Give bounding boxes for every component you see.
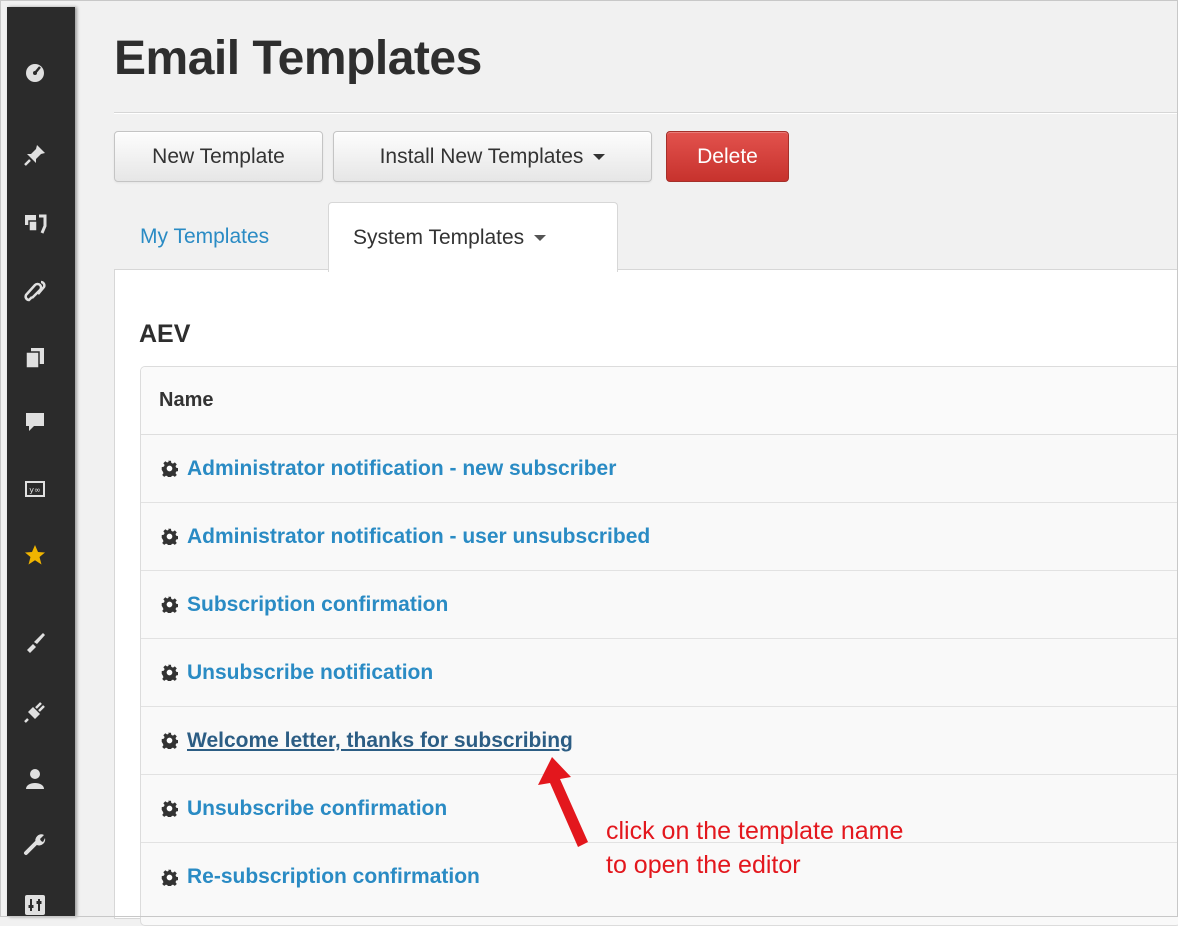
tab-system-templates[interactable]: System Templates <box>328 202 618 272</box>
gear-icon <box>161 460 178 477</box>
link-icon[interactable] <box>7 274 62 308</box>
template-link[interactable]: Administrator notification - new subscri… <box>187 457 616 481</box>
install-new-templates-button[interactable]: Install New Templates <box>333 131 652 182</box>
comment-icon[interactable] <box>7 405 62 439</box>
table-row: Administrator notification - user unsubs… <box>141 503 1178 571</box>
table-header-name: Name <box>141 367 1178 435</box>
appearance-icon[interactable] <box>7 625 62 659</box>
gear-icon <box>161 528 178 545</box>
forms-icon[interactable]: y∞ <box>7 472 62 506</box>
template-link-welcome-letter[interactable]: Welcome letter, thanks for subscribing <box>187 729 573 753</box>
gear-icon <box>161 596 178 613</box>
main-content: Email Templates New Template Install New… <box>92 7 1178 926</box>
annotation-line-2: to open the editor <box>606 851 801 879</box>
tools-icon[interactable] <box>7 827 62 861</box>
table-row: Unsubscribe notification <box>141 639 1178 707</box>
delete-label: Delete <box>697 144 758 168</box>
template-group-title: AEV <box>139 320 191 348</box>
table-row: Welcome letter, thanks for subscribing <box>141 707 1178 775</box>
table-row: Subscription confirmation <box>141 571 1178 639</box>
gear-icon <box>161 869 178 886</box>
title-divider <box>114 112 1178 114</box>
star-icon[interactable] <box>7 538 62 572</box>
tab-my-templates[interactable]: My Templates <box>114 205 314 269</box>
caret-down-icon <box>593 153 606 160</box>
caret-down-icon[interactable] <box>534 234 547 241</box>
media-icon[interactable] <box>7 207 62 241</box>
admin-sidebar: y∞ <box>7 7 75 917</box>
new-template-label: New Template <box>152 144 285 168</box>
pages-icon[interactable] <box>7 341 62 375</box>
annotation-text: click on the template name to open the e… <box>606 814 903 882</box>
annotation-line-1: click on the template name <box>606 817 904 845</box>
plugins-icon[interactable] <box>7 695 62 729</box>
page-title: Email Templates <box>114 32 482 85</box>
template-link[interactable]: Unsubscribe confirmation <box>187 797 447 821</box>
template-link[interactable]: Subscription confirmation <box>187 593 448 617</box>
tab-system-templates-label: System Templates <box>353 225 525 249</box>
dashboard-icon[interactable] <box>7 55 62 89</box>
template-link[interactable]: Re-subscription confirmation <box>187 865 480 889</box>
gear-icon <box>161 800 178 817</box>
svg-text:y∞: y∞ <box>29 486 40 495</box>
users-icon[interactable] <box>7 762 62 796</box>
annotation-arrow <box>538 757 588 847</box>
template-link[interactable]: Administrator notification - user unsubs… <box>187 525 650 549</box>
table-row: Administrator notification - new subscri… <box>141 435 1178 503</box>
delete-button[interactable]: Delete <box>666 131 789 182</box>
pin-icon[interactable] <box>7 138 62 172</box>
gear-icon <box>161 664 178 681</box>
new-template-button[interactable]: New Template <box>114 131 323 182</box>
template-link[interactable]: Unsubscribe notification <box>187 661 433 685</box>
install-templates-label: Install New Templates <box>379 144 584 168</box>
tab-my-templates-label: My Templates <box>140 225 270 248</box>
gear-icon <box>161 732 178 749</box>
